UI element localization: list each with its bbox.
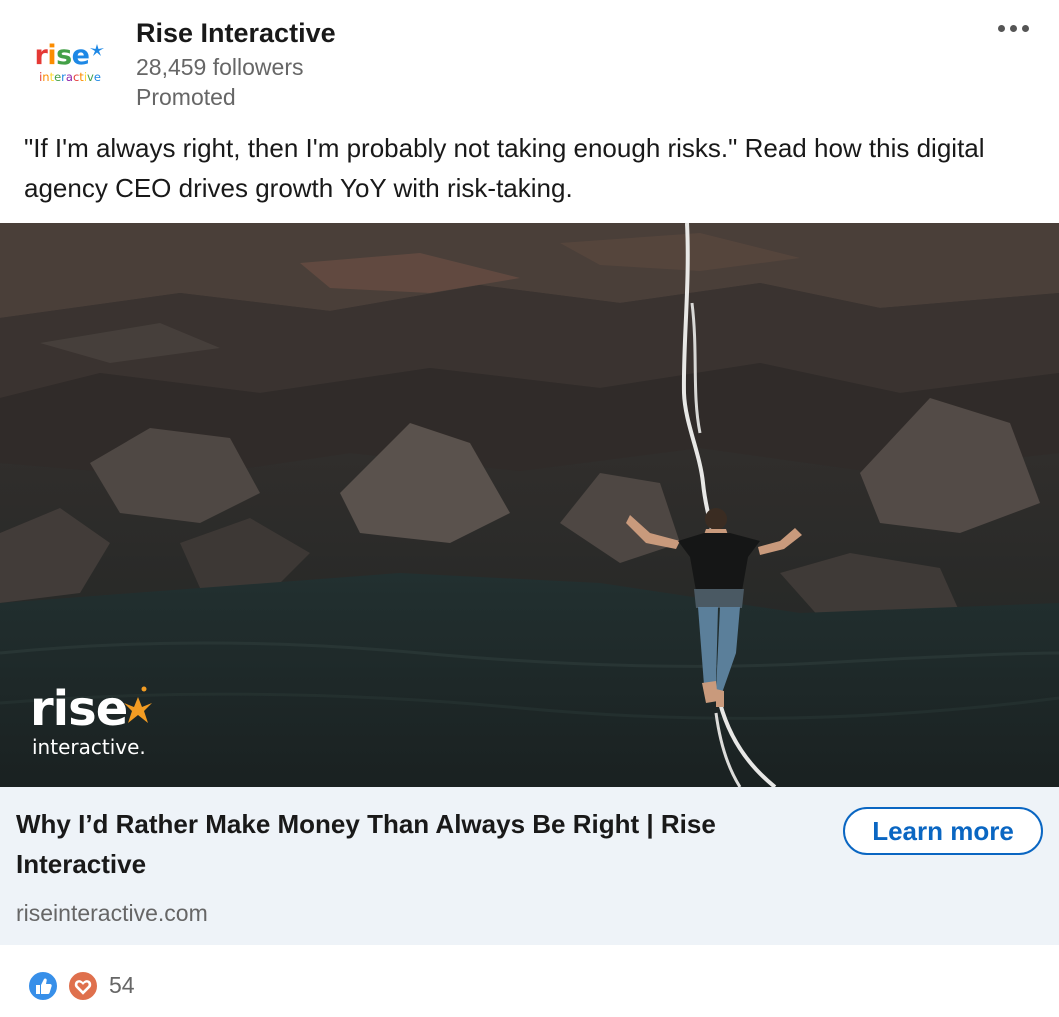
more-options-button[interactable] (988, 14, 1038, 42)
post-commentary: "If I'm always right, then I'm probably … (24, 133, 985, 203)
logo-wordmark: rise (35, 42, 106, 69)
love-icon (67, 970, 99, 1002)
company-logo[interactable]: rise interactive (24, 22, 116, 104)
article-domain: riseinteractive.com (16, 900, 208, 926)
hero-logo-subtext: interactive. (32, 735, 146, 759)
company-name-link[interactable]: Rise Interactive (136, 18, 336, 49)
social-counts[interactable]: 54 (0, 945, 1059, 1017)
cta-bar[interactable]: Why I’d Rather Make Money Than Always Be… (0, 787, 1059, 945)
learn-more-button[interactable]: Learn more (843, 807, 1043, 855)
sponsored-post: rise interactive Rise Interactive 28,459… (0, 0, 1059, 1017)
post-header: rise interactive Rise Interactive 28,459… (0, 0, 1059, 120)
like-icon (27, 970, 59, 1002)
ellipsis-icon (1021, 24, 1029, 32)
slackline-photo (0, 223, 1059, 787)
hero-image[interactable]: rise interactive. (0, 223, 1059, 787)
spark-icon (124, 686, 152, 723)
reaction-count[interactable]: 54 (109, 972, 135, 999)
logo-subtext: interactive (39, 70, 101, 85)
follower-count: 28,459 followers (136, 54, 304, 80)
ellipsis-icon (1009, 24, 1017, 32)
ellipsis-icon (997, 24, 1005, 32)
promoted-label: Promoted (136, 84, 236, 110)
article-title-link[interactable]: Why I’d Rather Make Money Than Always Be… (16, 804, 806, 884)
